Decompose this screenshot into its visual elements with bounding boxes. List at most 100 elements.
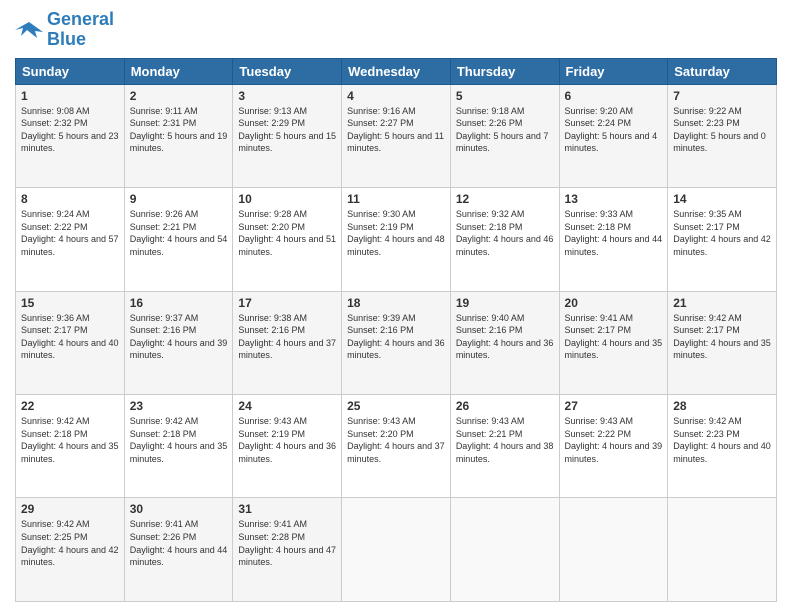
calendar-cell: 26 Sunrise: 9:43 AMSunset: 2:21 PMDaylig… <box>450 395 559 498</box>
day-info: Sunrise: 9:43 AMSunset: 2:20 PMDaylight:… <box>347 415 445 465</box>
day-number: 22 <box>21 399 119 413</box>
day-info: Sunrise: 9:38 AMSunset: 2:16 PMDaylight:… <box>238 312 336 362</box>
day-number: 5 <box>456 89 554 103</box>
calendar-week-4: 22 Sunrise: 9:42 AMSunset: 2:18 PMDaylig… <box>16 395 777 498</box>
calendar-week-3: 15 Sunrise: 9:36 AMSunset: 2:17 PMDaylig… <box>16 291 777 394</box>
logo: General Blue <box>15 10 114 50</box>
day-info: Sunrise: 9:33 AMSunset: 2:18 PMDaylight:… <box>565 208 663 258</box>
day-number: 13 <box>565 192 663 206</box>
calendar-cell: 17 Sunrise: 9:38 AMSunset: 2:16 PMDaylig… <box>233 291 342 394</box>
day-number: 10 <box>238 192 336 206</box>
calendar-cell <box>450 498 559 602</box>
day-info: Sunrise: 9:16 AMSunset: 2:27 PMDaylight:… <box>347 105 445 155</box>
calendar-cell: 10 Sunrise: 9:28 AMSunset: 2:20 PMDaylig… <box>233 188 342 291</box>
day-info: Sunrise: 9:35 AMSunset: 2:17 PMDaylight:… <box>673 208 771 258</box>
day-info: Sunrise: 9:40 AMSunset: 2:16 PMDaylight:… <box>456 312 554 362</box>
day-number: 21 <box>673 296 771 310</box>
calendar-cell: 14 Sunrise: 9:35 AMSunset: 2:17 PMDaylig… <box>668 188 777 291</box>
day-number: 25 <box>347 399 445 413</box>
calendar-cell <box>342 498 451 602</box>
day-number: 4 <box>347 89 445 103</box>
day-info: Sunrise: 9:26 AMSunset: 2:21 PMDaylight:… <box>130 208 228 258</box>
weekday-header-row: SundayMondayTuesdayWednesdayThursdayFrid… <box>16 58 777 84</box>
day-info: Sunrise: 9:20 AMSunset: 2:24 PMDaylight:… <box>565 105 663 155</box>
calendar-week-5: 29 Sunrise: 9:42 AMSunset: 2:25 PMDaylig… <box>16 498 777 602</box>
day-number: 17 <box>238 296 336 310</box>
day-info: Sunrise: 9:28 AMSunset: 2:20 PMDaylight:… <box>238 208 336 258</box>
day-number: 14 <box>673 192 771 206</box>
day-number: 20 <box>565 296 663 310</box>
header: General Blue <box>15 10 777 50</box>
day-number: 28 <box>673 399 771 413</box>
weekday-header-monday: Monday <box>124 58 233 84</box>
day-info: Sunrise: 9:36 AMSunset: 2:17 PMDaylight:… <box>21 312 119 362</box>
calendar-cell: 21 Sunrise: 9:42 AMSunset: 2:17 PMDaylig… <box>668 291 777 394</box>
day-number: 29 <box>21 502 119 516</box>
day-info: Sunrise: 9:11 AMSunset: 2:31 PMDaylight:… <box>130 105 228 155</box>
day-number: 27 <box>565 399 663 413</box>
calendar-cell: 1 Sunrise: 9:08 AMSunset: 2:32 PMDayligh… <box>16 84 125 187</box>
day-info: Sunrise: 9:41 AMSunset: 2:28 PMDaylight:… <box>238 518 336 568</box>
day-info: Sunrise: 9:30 AMSunset: 2:19 PMDaylight:… <box>347 208 445 258</box>
day-number: 2 <box>130 89 228 103</box>
day-info: Sunrise: 9:32 AMSunset: 2:18 PMDaylight:… <box>456 208 554 258</box>
calendar-cell: 30 Sunrise: 9:41 AMSunset: 2:26 PMDaylig… <box>124 498 233 602</box>
calendar-cell <box>559 498 668 602</box>
weekday-header-sunday: Sunday <box>16 58 125 84</box>
day-number: 18 <box>347 296 445 310</box>
calendar-cell: 19 Sunrise: 9:40 AMSunset: 2:16 PMDaylig… <box>450 291 559 394</box>
day-info: Sunrise: 9:42 AMSunset: 2:23 PMDaylight:… <box>673 415 771 465</box>
calendar-cell: 6 Sunrise: 9:20 AMSunset: 2:24 PMDayligh… <box>559 84 668 187</box>
day-info: Sunrise: 9:18 AMSunset: 2:26 PMDaylight:… <box>456 105 554 155</box>
day-info: Sunrise: 9:42 AMSunset: 2:25 PMDaylight:… <box>21 518 119 568</box>
day-number: 24 <box>238 399 336 413</box>
day-number: 9 <box>130 192 228 206</box>
day-info: Sunrise: 9:41 AMSunset: 2:17 PMDaylight:… <box>565 312 663 362</box>
calendar-cell: 25 Sunrise: 9:43 AMSunset: 2:20 PMDaylig… <box>342 395 451 498</box>
day-info: Sunrise: 9:41 AMSunset: 2:26 PMDaylight:… <box>130 518 228 568</box>
calendar-cell: 27 Sunrise: 9:43 AMSunset: 2:22 PMDaylig… <box>559 395 668 498</box>
calendar-cell: 23 Sunrise: 9:42 AMSunset: 2:18 PMDaylig… <box>124 395 233 498</box>
calendar-cell: 16 Sunrise: 9:37 AMSunset: 2:16 PMDaylig… <box>124 291 233 394</box>
calendar-cell: 9 Sunrise: 9:26 AMSunset: 2:21 PMDayligh… <box>124 188 233 291</box>
day-number: 19 <box>456 296 554 310</box>
calendar-cell: 11 Sunrise: 9:30 AMSunset: 2:19 PMDaylig… <box>342 188 451 291</box>
day-info: Sunrise: 9:13 AMSunset: 2:29 PMDaylight:… <box>238 105 336 155</box>
calendar-cell: 28 Sunrise: 9:42 AMSunset: 2:23 PMDaylig… <box>668 395 777 498</box>
weekday-header-friday: Friday <box>559 58 668 84</box>
day-info: Sunrise: 9:42 AMSunset: 2:18 PMDaylight:… <box>21 415 119 465</box>
calendar-cell <box>668 498 777 602</box>
day-number: 15 <box>21 296 119 310</box>
day-info: Sunrise: 9:39 AMSunset: 2:16 PMDaylight:… <box>347 312 445 362</box>
weekday-header-saturday: Saturday <box>668 58 777 84</box>
calendar-table: SundayMondayTuesdayWednesdayThursdayFrid… <box>15 58 777 602</box>
page: General Blue SundayMondayTuesdayWednesda… <box>0 0 792 612</box>
calendar-week-1: 1 Sunrise: 9:08 AMSunset: 2:32 PMDayligh… <box>16 84 777 187</box>
calendar-cell: 31 Sunrise: 9:41 AMSunset: 2:28 PMDaylig… <box>233 498 342 602</box>
calendar-cell: 2 Sunrise: 9:11 AMSunset: 2:31 PMDayligh… <box>124 84 233 187</box>
day-number: 7 <box>673 89 771 103</box>
day-number: 16 <box>130 296 228 310</box>
day-info: Sunrise: 9:42 AMSunset: 2:17 PMDaylight:… <box>673 312 771 362</box>
calendar-cell: 12 Sunrise: 9:32 AMSunset: 2:18 PMDaylig… <box>450 188 559 291</box>
day-info: Sunrise: 9:24 AMSunset: 2:22 PMDaylight:… <box>21 208 119 258</box>
weekday-header-tuesday: Tuesday <box>233 58 342 84</box>
day-info: Sunrise: 9:42 AMSunset: 2:18 PMDaylight:… <box>130 415 228 465</box>
day-info: Sunrise: 9:22 AMSunset: 2:23 PMDaylight:… <box>673 105 771 155</box>
calendar-cell: 24 Sunrise: 9:43 AMSunset: 2:19 PMDaylig… <box>233 395 342 498</box>
calendar-cell: 7 Sunrise: 9:22 AMSunset: 2:23 PMDayligh… <box>668 84 777 187</box>
calendar-cell: 8 Sunrise: 9:24 AMSunset: 2:22 PMDayligh… <box>16 188 125 291</box>
weekday-header-thursday: Thursday <box>450 58 559 84</box>
day-number: 30 <box>130 502 228 516</box>
day-number: 6 <box>565 89 663 103</box>
calendar-cell: 13 Sunrise: 9:33 AMSunset: 2:18 PMDaylig… <box>559 188 668 291</box>
calendar-cell: 20 Sunrise: 9:41 AMSunset: 2:17 PMDaylig… <box>559 291 668 394</box>
logo-icon <box>15 18 43 42</box>
day-number: 12 <box>456 192 554 206</box>
day-info: Sunrise: 9:43 AMSunset: 2:21 PMDaylight:… <box>456 415 554 465</box>
calendar-cell: 4 Sunrise: 9:16 AMSunset: 2:27 PMDayligh… <box>342 84 451 187</box>
weekday-header-wednesday: Wednesday <box>342 58 451 84</box>
day-info: Sunrise: 9:37 AMSunset: 2:16 PMDaylight:… <box>130 312 228 362</box>
day-info: Sunrise: 9:43 AMSunset: 2:22 PMDaylight:… <box>565 415 663 465</box>
day-number: 26 <box>456 399 554 413</box>
